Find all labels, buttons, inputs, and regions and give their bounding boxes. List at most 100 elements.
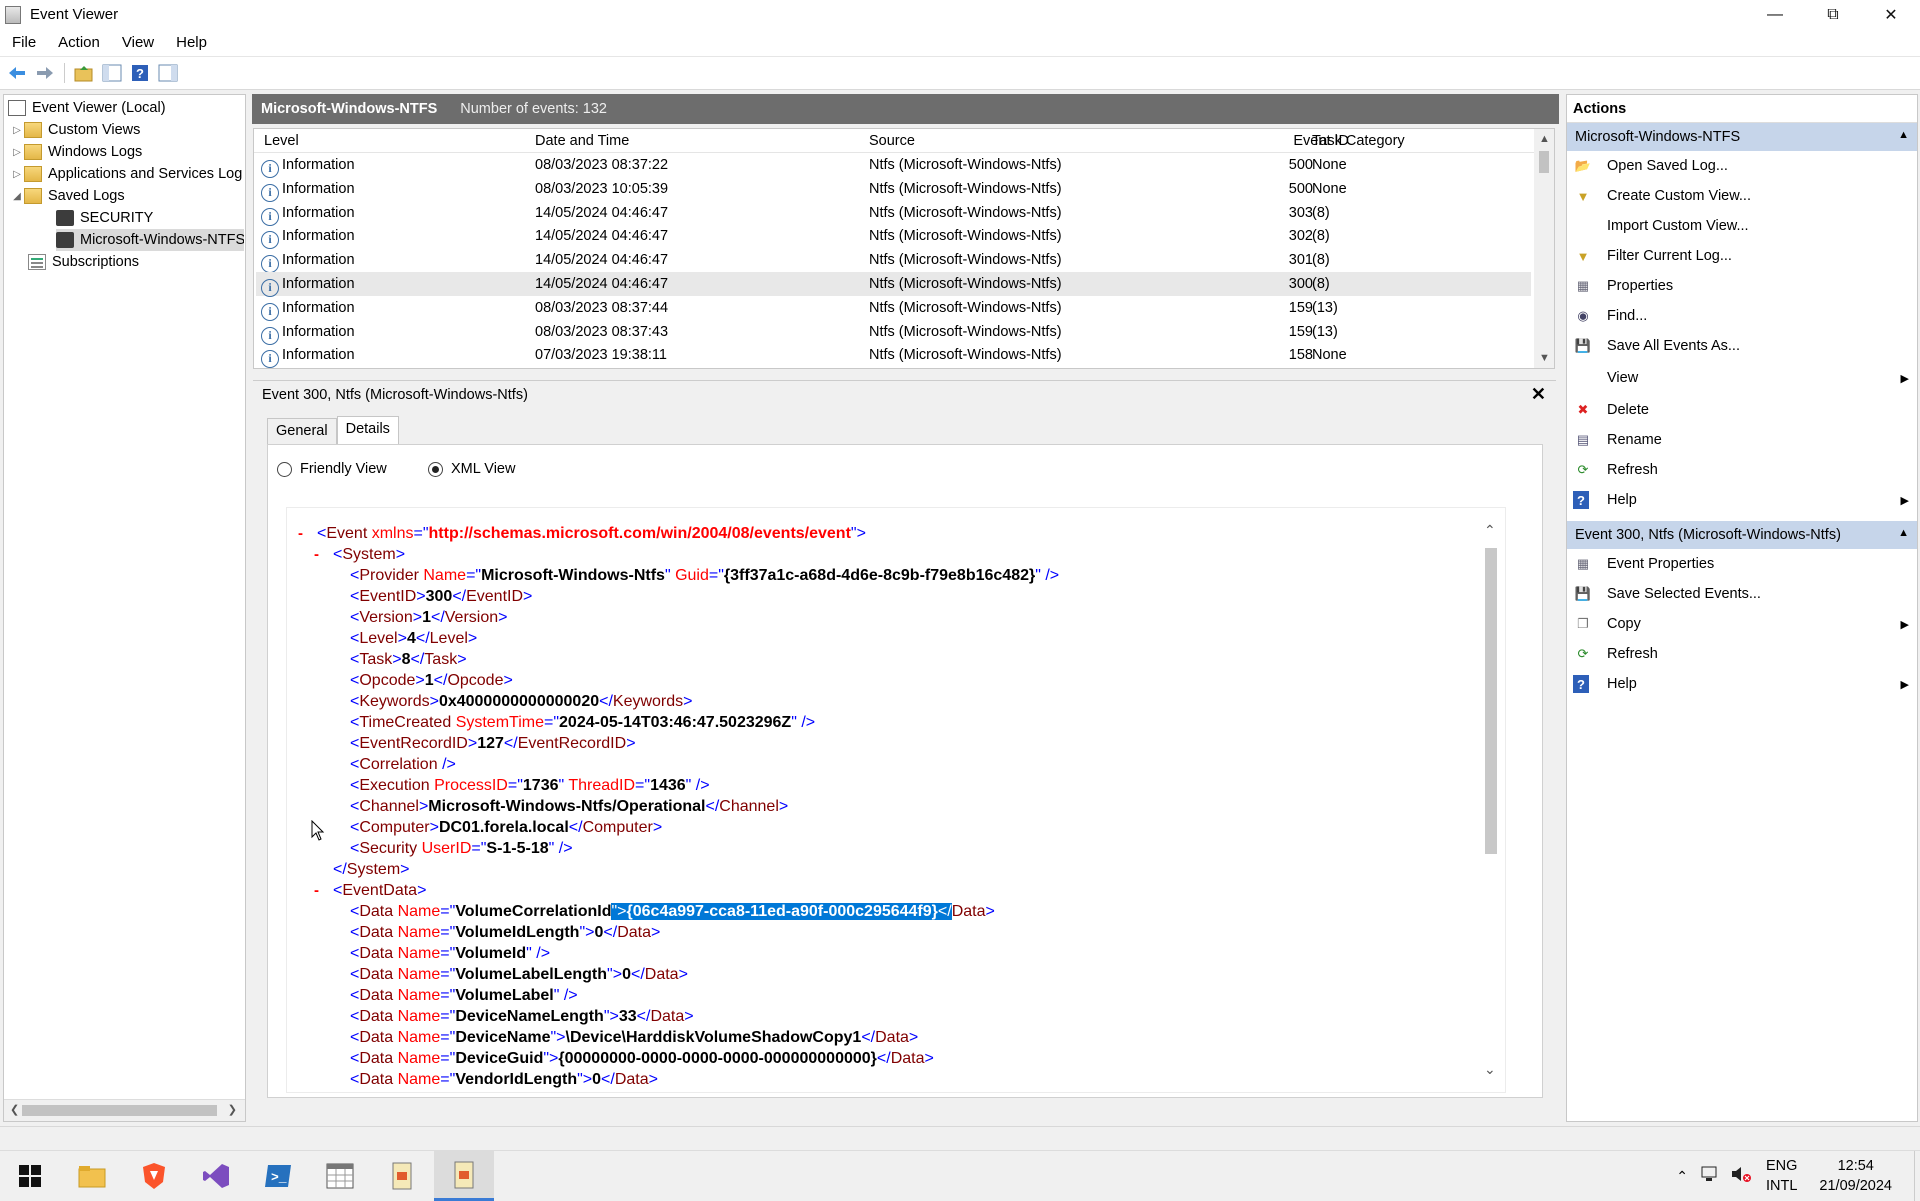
collapse-group-icon[interactable]: ▲ — [1898, 527, 1909, 539]
status-bar — [0, 1126, 1920, 1152]
menu-help[interactable]: Help — [165, 34, 218, 51]
brave-browser-icon[interactable] — [124, 1151, 184, 1201]
actions-group-event[interactable]: Event 300, Ntfs (Microsoft-Windows-Ntfs)… — [1567, 521, 1917, 549]
table-row[interactable]: i Information 14/05/2024 04:46:47 Ntfs (Mic… — [256, 272, 1531, 297]
column-date-time[interactable]: Date and Time — [535, 133, 629, 149]
scroll-up-icon[interactable]: ⌃ — [1484, 522, 1496, 539]
table-row[interactable]: i Information 08/03/2023 10:05:39 Ntfs (Mic… — [256, 177, 1531, 202]
action-save-selected-events[interactable]: 💾 Save Selected Events... — [1567, 579, 1917, 609]
tree-item-security[interactable]: SECURITY — [56, 207, 153, 229]
column-task-category[interactable]: Task Category — [1312, 133, 1405, 149]
action-help[interactable]: ? Help ▶ — [1567, 669, 1917, 699]
close-window-button[interactable]: ✕ — [1862, 0, 1920, 29]
collapse-event-node[interactable]: - — [298, 525, 303, 542]
source-cell: Ntfs (Microsoft-Windows-Ntfs) — [869, 299, 1062, 316]
menu-file[interactable]: File — [0, 34, 47, 51]
table-row[interactable]: i Information 08/03/2023 08:37:22 Ntfs (Mic… — [256, 153, 1531, 178]
show-desktop-button[interactable] — [1914, 1151, 1920, 1201]
action-open-saved-log[interactable]: 📂 Open Saved Log... — [1567, 151, 1917, 181]
table-row[interactable]: i Information 14/05/2024 04:46:47 Ntfs (Mic… — [256, 201, 1531, 226]
tree-item-custom-views[interactable]: ▷ Custom Views — [10, 119, 140, 141]
expand-chevron-icon[interactable]: ▷ — [10, 147, 24, 158]
collapse-chevron-icon[interactable]: ◢ — [10, 191, 24, 202]
forward-arrow-icon[interactable] — [34, 62, 56, 84]
tab-details[interactable]: Details — [336, 416, 399, 444]
action-properties[interactable]: ▦ Properties — [1567, 271, 1917, 301]
tree-item-event-viewer-local[interactable]: Event Viewer (Local) — [8, 97, 166, 119]
minimize-button[interactable]: — — [1746, 0, 1804, 29]
up-folder-icon[interactable] — [73, 62, 95, 84]
scroll-left-icon[interactable]: ❮ — [10, 1103, 19, 1116]
volume-muted-icon[interactable] — [1730, 1165, 1752, 1187]
xml-event-open: <Event xmlns="http://schemas.microsoft.c… — [317, 525, 866, 542]
input-language[interactable]: ENG INTL — [1766, 1156, 1797, 1196]
column-source[interactable]: Source — [869, 133, 915, 149]
clock[interactable]: 12:54 21/09/2024 — [1819, 1156, 1892, 1196]
action-copy[interactable]: ❐ Copy ▶ — [1567, 609, 1917, 639]
scrollbar-thumb[interactable] — [1539, 151, 1549, 173]
properties-icon: ▦ — [1576, 278, 1590, 293]
scroll-down-icon[interactable]: ▼ — [1539, 352, 1550, 364]
event-viewer-taskbar-icon-1[interactable] — [372, 1151, 432, 1201]
collapse-eventdata-node[interactable]: - — [314, 882, 319, 899]
action-rename[interactable]: ▤ Rename — [1567, 425, 1917, 455]
table-row[interactable]: i Information 07/03/2023 19:38:11 Ntfs (Mic… — [256, 343, 1531, 368]
action-delete[interactable]: ✖ Delete — [1567, 395, 1917, 425]
start-button-windows-icon[interactable] — [0, 1151, 60, 1201]
actions-group-log[interactable]: Microsoft-Windows-NTFS ▲ — [1567, 123, 1917, 151]
xml-view-box[interactable]: - <Event xmlns="http://schemas.microsoft… — [286, 507, 1506, 1093]
scroll-down-icon[interactable]: ⌄ — [1484, 1061, 1496, 1078]
action-import-custom-view[interactable]: Import Custom View... — [1567, 211, 1917, 241]
scroll-right-icon[interactable]: ❯ — [228, 1103, 237, 1116]
action-create-custom-view[interactable]: ▼ Create Custom View... — [1567, 181, 1917, 211]
expand-chevron-icon[interactable]: ▷ — [10, 125, 24, 136]
table-row[interactable]: i Information 08/03/2023 08:37:44 Ntfs (Mic… — [256, 296, 1531, 321]
action-refresh[interactable]: ⟳ Refresh — [1567, 455, 1917, 485]
spreadsheet-app-icon[interactable] — [310, 1151, 370, 1201]
event-viewer-taskbar-icon-2[interactable] — [434, 1151, 494, 1201]
xml-data-volumeidlength: <Data Name="VolumeIdLength">0</Data> — [350, 924, 661, 941]
events-vertical-scrollbar[interactable]: ▲ ▼ — [1534, 129, 1554, 368]
powershell-icon[interactable]: >_ — [248, 1151, 308, 1201]
action-find[interactable]: ◉ Find... — [1567, 301, 1917, 331]
friendly-view-radio[interactable]: Friendly View — [277, 461, 387, 477]
back-arrow-icon[interactable] — [6, 62, 28, 84]
tree-item-saved-logs[interactable]: ◢ Saved Logs — [10, 185, 125, 207]
table-row[interactable]: i Information 08/03/2023 08:37:43 Ntfs (Mic… — [256, 320, 1531, 345]
visual-studio-icon[interactable] — [186, 1151, 246, 1201]
close-details-icon[interactable]: ✕ — [1531, 384, 1546, 405]
file-explorer-icon[interactable] — [62, 1151, 122, 1201]
xml-view-radio[interactable]: XML View — [428, 461, 515, 477]
scrollbar-thumb[interactable] — [22, 1105, 217, 1116]
collapse-group-icon[interactable]: ▲ — [1898, 129, 1909, 141]
menu-action[interactable]: Action — [47, 34, 111, 51]
scroll-up-icon[interactable]: ▲ — [1539, 133, 1550, 145]
xml-vertical-scrollbar[interactable]: ⌃ ⌄ — [1477, 508, 1505, 1092]
restore-button[interactable]: ⧉ — [1804, 0, 1862, 29]
tree-item-windows-logs[interactable]: ▷ Windows Logs — [10, 141, 142, 163]
action-view[interactable]: View ▶ — [1567, 363, 1917, 393]
action-event-properties[interactable]: ▦ Event Properties — [1567, 549, 1917, 579]
menu-view[interactable]: View — [111, 34, 165, 51]
tab-general[interactable]: General — [267, 418, 337, 444]
column-level[interactable]: Level — [264, 133, 299, 149]
help-icon[interactable]: ? — [129, 62, 151, 84]
action-save-all-events-as[interactable]: 💾 Save All Events As... — [1567, 331, 1917, 361]
table-row[interactable]: i Information 14/05/2024 04:46:47 Ntfs (Mic… — [256, 248, 1531, 274]
tree-item-microsoft-windows-ntfs[interactable]: Microsoft-Windows-NTFS — [56, 229, 244, 251]
network-icon[interactable] — [1700, 1165, 1720, 1187]
action-help[interactable]: ? Help ▶ — [1567, 485, 1917, 515]
show-hidden-icons-chevron-icon[interactable]: ⌃ — [1676, 1168, 1688, 1185]
tree-horizontal-scrollbar[interactable]: ❮ ❯ — [4, 1099, 245, 1121]
action-refresh[interactable]: ⟳ Refresh — [1567, 639, 1917, 669]
collapse-system-node[interactable]: - — [314, 546, 319, 563]
show-hide-action-pane-icon[interactable] — [157, 62, 179, 84]
scrollbar-thumb[interactable] — [1485, 548, 1497, 854]
tree-item-subscriptions[interactable]: Subscriptions — [28, 251, 139, 273]
expand-chevron-icon[interactable]: ▷ — [10, 169, 24, 180]
tree-item-applications-services-logs[interactable]: ▷ Applications and Services Log — [10, 163, 246, 185]
show-hide-tree-icon[interactable] — [101, 62, 123, 84]
action-filter-current-log[interactable]: ▼ Filter Current Log... — [1567, 241, 1917, 271]
table-row[interactable]: i Information 14/05/2024 04:46:47 Ntfs (Mic… — [256, 224, 1531, 250]
xml-security: <Security UserID="S-1-5-18" /> — [350, 840, 573, 857]
